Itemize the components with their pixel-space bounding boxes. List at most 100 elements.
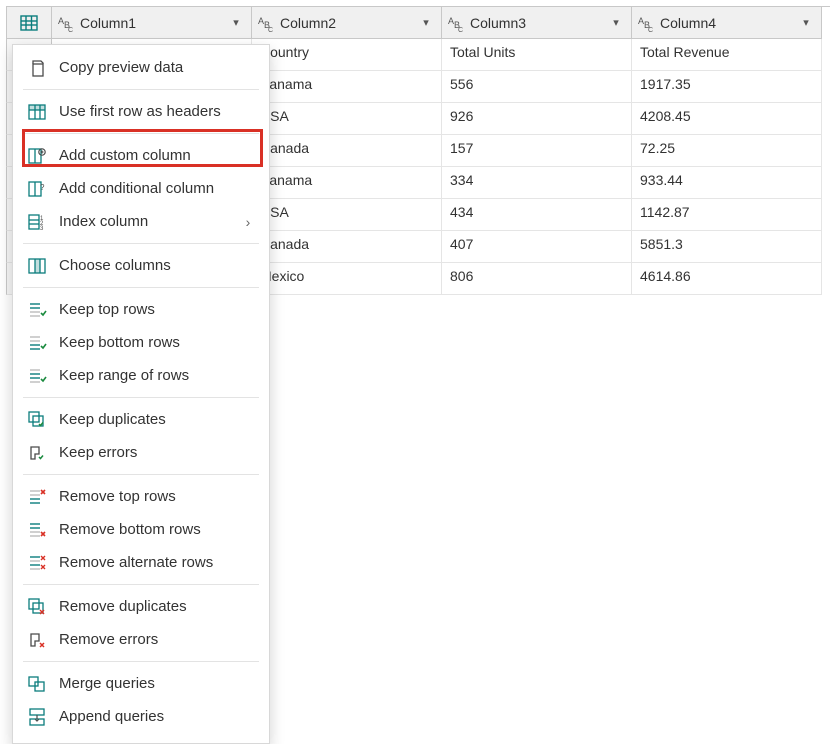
cell-col4[interactable]: 4614.86: [632, 263, 822, 295]
cell-col4[interactable]: 4208.45: [632, 103, 822, 135]
menu-label: Copy preview data: [59, 59, 255, 76]
column-header-row: ABC Column1 ABC Column2 ABC Column3 ABC …: [6, 6, 830, 39]
menu-separator: [23, 474, 259, 475]
menu-label: Use first row as headers: [59, 103, 255, 120]
menu-keep-top-rows[interactable]: Keep top rows: [13, 293, 269, 326]
datatype-text-icon: ABC: [256, 13, 276, 33]
menu-add-custom-column[interactable]: Add custom column: [13, 139, 269, 172]
column-2-label: Column2: [280, 15, 413, 31]
cell-col2[interactable]: Canada: [252, 135, 442, 167]
remove-alternate-icon: [27, 553, 47, 573]
menu-separator: [23, 397, 259, 398]
column-header-1[interactable]: ABC Column1: [52, 7, 252, 39]
cell-col4[interactable]: 5851.3: [632, 231, 822, 263]
column-3-label: Column3: [470, 15, 603, 31]
cell-col4[interactable]: 933.44: [632, 167, 822, 199]
menu-label: Keep duplicates: [59, 411, 255, 428]
svg-text:C: C: [268, 27, 273, 33]
menu-use-first-row-as-headers[interactable]: Use first row as headers: [13, 95, 269, 128]
cell-col4[interactable]: 72.25: [632, 135, 822, 167]
filter-dropdown-icon[interactable]: [793, 10, 819, 36]
cell-col3[interactable]: 926: [442, 103, 632, 135]
menu-merge-queries[interactable]: Merge queries: [13, 667, 269, 700]
cell-col3[interactable]: 806: [442, 263, 632, 295]
menu-remove-top-rows[interactable]: Remove top rows: [13, 480, 269, 513]
menu-separator: [23, 661, 259, 662]
filter-dropdown-icon[interactable]: [603, 10, 629, 36]
svg-text:C: C: [648, 27, 653, 33]
menu-label: Choose columns: [59, 257, 255, 274]
keep-bottom-icon: [27, 333, 47, 353]
column-1-label: Column1: [80, 15, 223, 31]
datatype-text-icon: ABC: [446, 13, 466, 33]
column-header-3[interactable]: ABC Column3: [442, 7, 632, 39]
menu-remove-alternate-rows[interactable]: Remove alternate rows: [13, 546, 269, 579]
menu-label: Keep bottom rows: [59, 334, 255, 351]
cell-col2[interactable]: USA: [252, 103, 442, 135]
filter-dropdown-icon[interactable]: [223, 10, 249, 36]
svg-text:C: C: [68, 27, 73, 33]
menu-keep-bottom-rows[interactable]: Keep bottom rows: [13, 326, 269, 359]
column-header-4[interactable]: ABC Column4: [632, 7, 822, 39]
menu-separator: [23, 287, 259, 288]
cell-col2[interactable]: Mexico: [252, 263, 442, 295]
svg-text:3: 3: [40, 226, 44, 232]
table-menu-corner[interactable]: [6, 7, 52, 39]
menu-keep-errors[interactable]: Keep errors: [13, 436, 269, 469]
menu-remove-errors[interactable]: Remove errors: [13, 623, 269, 656]
remove-top-icon: [27, 487, 47, 507]
svg-text:?: ?: [40, 183, 45, 192]
menu-copy-preview-data[interactable]: Copy preview data: [13, 51, 269, 84]
conditional-column-icon: ?: [27, 179, 47, 199]
menu-separator: [23, 89, 259, 90]
cell-col2[interactable]: Country: [252, 39, 442, 71]
headers-icon: [27, 102, 47, 122]
keep-errors-icon: [27, 443, 47, 463]
keep-duplicates-icon: [27, 410, 47, 430]
custom-column-icon: [27, 146, 47, 166]
menu-separator: [23, 243, 259, 244]
remove-bottom-icon: [27, 520, 47, 540]
cell-col3[interactable]: 434: [442, 199, 632, 231]
menu-choose-columns[interactable]: Choose columns: [13, 249, 269, 282]
menu-keep-range-of-rows[interactable]: Keep range of rows: [13, 359, 269, 392]
remove-errors-icon: [27, 630, 47, 650]
menu-label: Remove top rows: [59, 488, 255, 505]
remove-duplicates-icon: [27, 597, 47, 617]
menu-remove-duplicates[interactable]: Remove duplicates: [13, 590, 269, 623]
menu-keep-duplicates[interactable]: Keep duplicates: [13, 403, 269, 436]
cell-col2[interactable]: USA: [252, 199, 442, 231]
cell-col3[interactable]: 334: [442, 167, 632, 199]
keep-range-icon: [27, 366, 47, 386]
menu-append-queries[interactable]: Append queries: [13, 700, 269, 733]
cell-col3[interactable]: 407: [442, 231, 632, 263]
menu-add-conditional-column[interactable]: ? Add conditional column: [13, 172, 269, 205]
cell-col3[interactable]: 556: [442, 71, 632, 103]
cell-col2[interactable]: Panama: [252, 71, 442, 103]
menu-label: Add custom column: [59, 147, 255, 164]
table-context-menu: Copy preview data Use first row as heade…: [12, 44, 270, 744]
index-column-icon: 123: [27, 212, 47, 232]
menu-label: Add conditional column: [59, 180, 255, 197]
merge-queries-icon: [27, 674, 47, 694]
submenu-arrow-icon: ›: [241, 214, 255, 230]
cell-col4[interactable]: Total Revenue: [632, 39, 822, 71]
menu-label: Index column: [59, 213, 229, 230]
menu-separator: [23, 584, 259, 585]
copy-icon: [27, 58, 47, 78]
cell-col2[interactable]: Panama: [252, 167, 442, 199]
menu-label: Merge queries: [59, 675, 255, 692]
filter-dropdown-icon[interactable]: [413, 10, 439, 36]
cell-col4[interactable]: 1142.87: [632, 199, 822, 231]
column-4-label: Column4: [660, 15, 793, 31]
menu-index-column[interactable]: 123 Index column ›: [13, 205, 269, 238]
cell-col2[interactable]: Canada: [252, 231, 442, 263]
keep-top-icon: [27, 300, 47, 320]
cell-col3[interactable]: 157: [442, 135, 632, 167]
column-header-2[interactable]: ABC Column2: [252, 7, 442, 39]
cell-col4[interactable]: 1917.35: [632, 71, 822, 103]
menu-remove-bottom-rows[interactable]: Remove bottom rows: [13, 513, 269, 546]
cell-col3[interactable]: Total Units: [442, 39, 632, 71]
menu-label: Remove alternate rows: [59, 554, 255, 571]
menu-label: Append queries: [59, 708, 255, 725]
